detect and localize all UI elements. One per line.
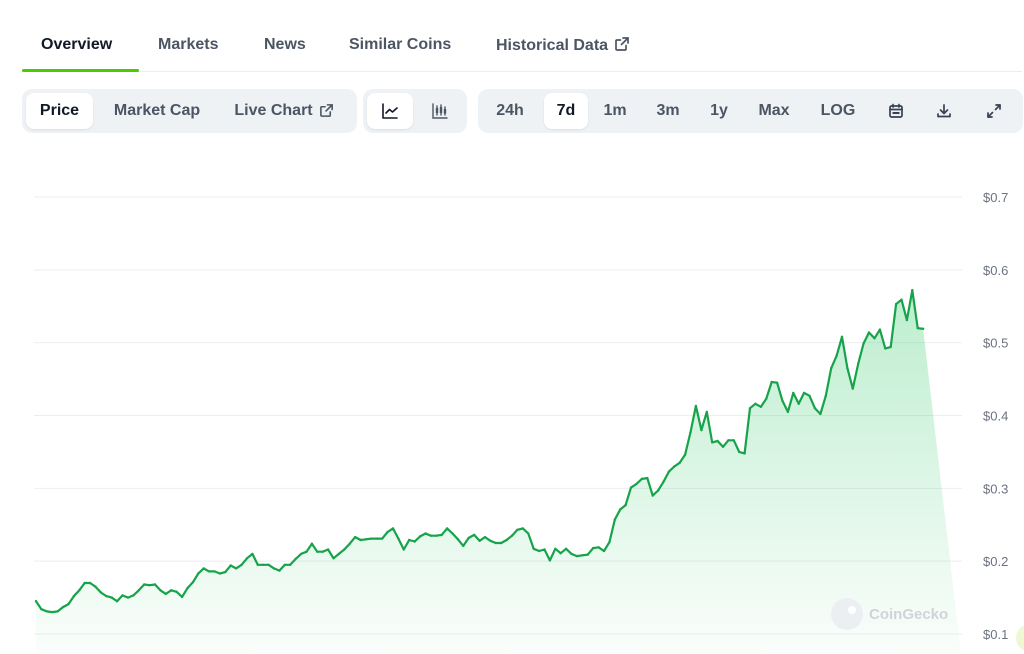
y-tick-label: $0.1: [983, 627, 1008, 642]
date-picker-button[interactable]: [878, 93, 914, 129]
time-range-toolbar: 24h 7d 1m 3m 1y Max LOG: [478, 89, 1023, 133]
log-scale-button[interactable]: LOG: [812, 93, 864, 129]
y-axis: $0.1 $0.2 $0.3 $0.4 $0.5 $0.6 $0.7: [983, 190, 1008, 642]
download-button[interactable]: [926, 93, 962, 129]
live-chart-button[interactable]: Live Chart: [224, 93, 344, 129]
y-tick-label: $0.3: [983, 481, 1008, 496]
y-tick-label: $0.2: [983, 554, 1008, 569]
range-7d-button[interactable]: 7d: [544, 93, 588, 129]
range-1m-button[interactable]: 1m: [594, 93, 636, 129]
y-tick-label: $0.4: [983, 409, 1008, 424]
y-tick-label: $0.5: [983, 336, 1008, 351]
chart-style-toggle: [363, 89, 467, 133]
candlestick-icon: [432, 103, 448, 119]
price-chart[interactable]: $0.1 $0.2 $0.3 $0.4 $0.5 $0.6 $0.7 CoinGecko: [0, 150, 1024, 654]
price-area-fill: [36, 290, 961, 654]
tab-similar-coins[interactable]: Similar Coins: [349, 36, 451, 54]
tab-news[interactable]: News: [264, 36, 306, 54]
price-button[interactable]: Price: [26, 93, 93, 129]
external-link-icon: [319, 104, 333, 118]
fullscreen-button[interactable]: [976, 93, 1012, 129]
tab-bar: Overview Markets News Similar Coins Hist…: [22, 22, 1022, 72]
calendar-icon: [889, 103, 903, 118]
tab-overview[interactable]: Overview: [41, 36, 112, 54]
watermark-text: CoinGecko: [869, 606, 948, 623]
range-1y-button[interactable]: 1y: [700, 93, 738, 129]
tab-historical-data-label: Historical Data: [496, 37, 609, 54]
active-tab-indicator: [22, 69, 139, 72]
range-3m-button[interactable]: 3m: [646, 93, 690, 129]
line-chart-icon: [382, 102, 398, 119]
tab-markets[interactable]: Markets: [158, 36, 218, 54]
y-tick-label: $0.7: [983, 190, 1008, 205]
edge-decoration: [1016, 625, 1024, 651]
range-max-button[interactable]: Max: [750, 93, 798, 129]
tab-historical-data[interactable]: Historical Data: [496, 36, 630, 55]
live-chart-label: Live Chart: [234, 102, 313, 119]
expand-icon: [987, 103, 1001, 118]
y-tick-label: $0.6: [983, 263, 1008, 278]
candlestick-chart-button[interactable]: [417, 93, 463, 129]
range-24h-button[interactable]: 24h: [486, 93, 534, 129]
line-chart-button[interactable]: [367, 93, 413, 129]
market-cap-button[interactable]: Market Cap: [100, 93, 214, 129]
external-link-icon: [615, 37, 629, 51]
coingecko-logo-eye: [848, 606, 856, 614]
data-type-toggle: Price Market Cap Live Chart: [22, 89, 357, 133]
coingecko-logo-icon: [831, 598, 863, 630]
download-icon: [937, 103, 951, 118]
